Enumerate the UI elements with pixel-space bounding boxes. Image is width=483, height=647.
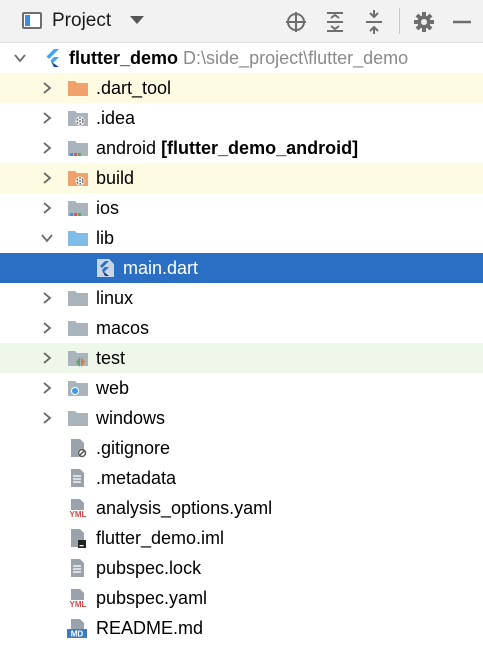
folder-excluded-icon: [68, 171, 88, 186]
chevron-right-icon[interactable]: [40, 141, 54, 155]
chevron-right-icon[interactable]: [40, 411, 54, 425]
tree-item-readme[interactable]: MD README.md: [0, 613, 483, 643]
folder-test-icon: [68, 351, 88, 367]
chevron-right-icon[interactable]: [40, 351, 54, 365]
settings-gear-icon[interactable]: [412, 10, 436, 34]
tree-item-flutter-demo-iml[interactable]: flutter_demo.iml: [0, 523, 483, 553]
folder-source-icon: [68, 231, 88, 246]
tree-item-label: macos: [96, 318, 150, 338]
gitignore-file-icon: [71, 439, 87, 458]
tree-item-label: windows: [96, 408, 166, 428]
tree-item-label: pubspec.yaml: [96, 588, 208, 608]
text-file-icon: [71, 469, 84, 487]
hide-icon[interactable]: [450, 10, 474, 34]
tree-item-main-dart[interactable]: main.dart: [0, 253, 483, 283]
tree-item-analysis-options[interactable]: YML analysis_options.yaml: [0, 493, 483, 523]
tree-item-label: README.md: [96, 618, 204, 638]
chevron-right-icon[interactable]: [40, 381, 54, 395]
dropdown-arrow-icon[interactable]: [130, 16, 144, 24]
tree-item-lib[interactable]: lib: [0, 223, 483, 253]
chevron-right-icon[interactable]: [40, 321, 54, 335]
chevron-down-icon[interactable]: [40, 231, 54, 245]
tree-item-linux[interactable]: linux: [0, 283, 483, 313]
flutter-icon: [46, 49, 59, 67]
tree-item-label: lib: [96, 228, 115, 248]
folder-icon: [68, 411, 88, 426]
iml-file-icon: [71, 529, 86, 548]
tree-item-test[interactable]: test: [0, 343, 483, 373]
folder-icon: [68, 291, 88, 306]
yaml-file-icon: YML: [67, 499, 89, 518]
tree-item-android[interactable]: android [flutter_demo_android]: [0, 133, 483, 163]
tree-item-label: .dart_tool: [96, 78, 172, 98]
svg-text:YML: YML: [70, 510, 87, 518]
yaml-file-icon: YML: [67, 589, 89, 608]
tree-item-pubspec-lock[interactable]: pubspec.lock: [0, 553, 483, 583]
tree-item-label: main.dart: [123, 258, 199, 278]
text-file-icon: [71, 559, 84, 577]
tree-item-label: web: [96, 378, 130, 398]
root-name: flutter_demo: [69, 48, 179, 68]
folder-icon: [68, 321, 88, 336]
root-label: flutter_demo D:\side_project\flutter_dem…: [69, 47, 408, 69]
tree-item-label: .gitignore: [96, 438, 171, 458]
tree-item-label: analysis_options.yaml: [96, 498, 273, 518]
project-view-title[interactable]: Project: [52, 10, 111, 32]
folder-name: android: [96, 138, 157, 158]
root-path: D:\side_project\flutter_demo: [183, 48, 409, 68]
tree-item-macos[interactable]: macos: [0, 313, 483, 343]
project-toolbar: Project: [0, 0, 483, 43]
chevron-right-icon[interactable]: [40, 171, 54, 185]
tree-item-windows[interactable]: windows: [0, 403, 483, 433]
tree-item-label: pubspec.lock: [96, 558, 202, 578]
folder-idea-icon: [68, 111, 88, 126]
tree-item-ios[interactable]: ios: [0, 193, 483, 223]
tree-item-idea[interactable]: .idea: [0, 103, 483, 133]
locate-icon[interactable]: [284, 10, 308, 34]
tree-root-flutter-demo[interactable]: flutter_demo D:\side_project\flutter_dem…: [0, 43, 483, 73]
markdown-file-icon: MD: [67, 619, 87, 639]
tree-item-label: ios: [96, 198, 120, 218]
tree-item-label: flutter_demo.iml: [96, 528, 225, 548]
tree-item-label: linux: [96, 288, 134, 308]
folder-web-icon: [68, 381, 88, 396]
tree-item-label: test: [96, 348, 126, 368]
svg-text:YML: YML: [70, 600, 87, 608]
collapse-all-icon[interactable]: [362, 10, 386, 34]
tree-item-build[interactable]: build: [0, 163, 483, 193]
module-name: [flutter_demo_android]: [161, 138, 359, 158]
dart-file-icon: [97, 259, 114, 277]
expand-all-icon[interactable]: [323, 10, 347, 34]
project-tree: flutter_demo D:\side_project\flutter_dem…: [0, 43, 483, 643]
folder-module-icon: [68, 141, 88, 156]
svg-text:MD: MD: [71, 630, 84, 639]
chevron-right-icon[interactable]: [40, 291, 54, 305]
folder-excluded-icon: [68, 81, 88, 96]
tree-item-metadata[interactable]: .metadata: [0, 463, 483, 493]
chevron-right-icon[interactable]: [40, 81, 54, 95]
tree-item-dart-tool[interactable]: .dart_tool: [0, 73, 483, 103]
tree-item-label: .metadata: [96, 468, 177, 488]
folder-module-icon: [68, 201, 88, 216]
tree-item-web[interactable]: web: [0, 373, 483, 403]
project-view-icon[interactable]: [22, 12, 42, 29]
tree-item-gitignore[interactable]: .gitignore: [0, 433, 483, 463]
tree-item-label: build: [96, 168, 135, 188]
tree-item-label: android [flutter_demo_android]: [96, 137, 358, 159]
tree-item-label: .idea: [96, 108, 136, 128]
toolbar-separator: [399, 8, 400, 34]
chevron-right-icon[interactable]: [40, 201, 54, 215]
chevron-down-icon[interactable]: [13, 51, 27, 65]
chevron-right-icon[interactable]: [40, 111, 54, 125]
tree-item-pubspec-yaml[interactable]: YML pubspec.yaml: [0, 583, 483, 613]
